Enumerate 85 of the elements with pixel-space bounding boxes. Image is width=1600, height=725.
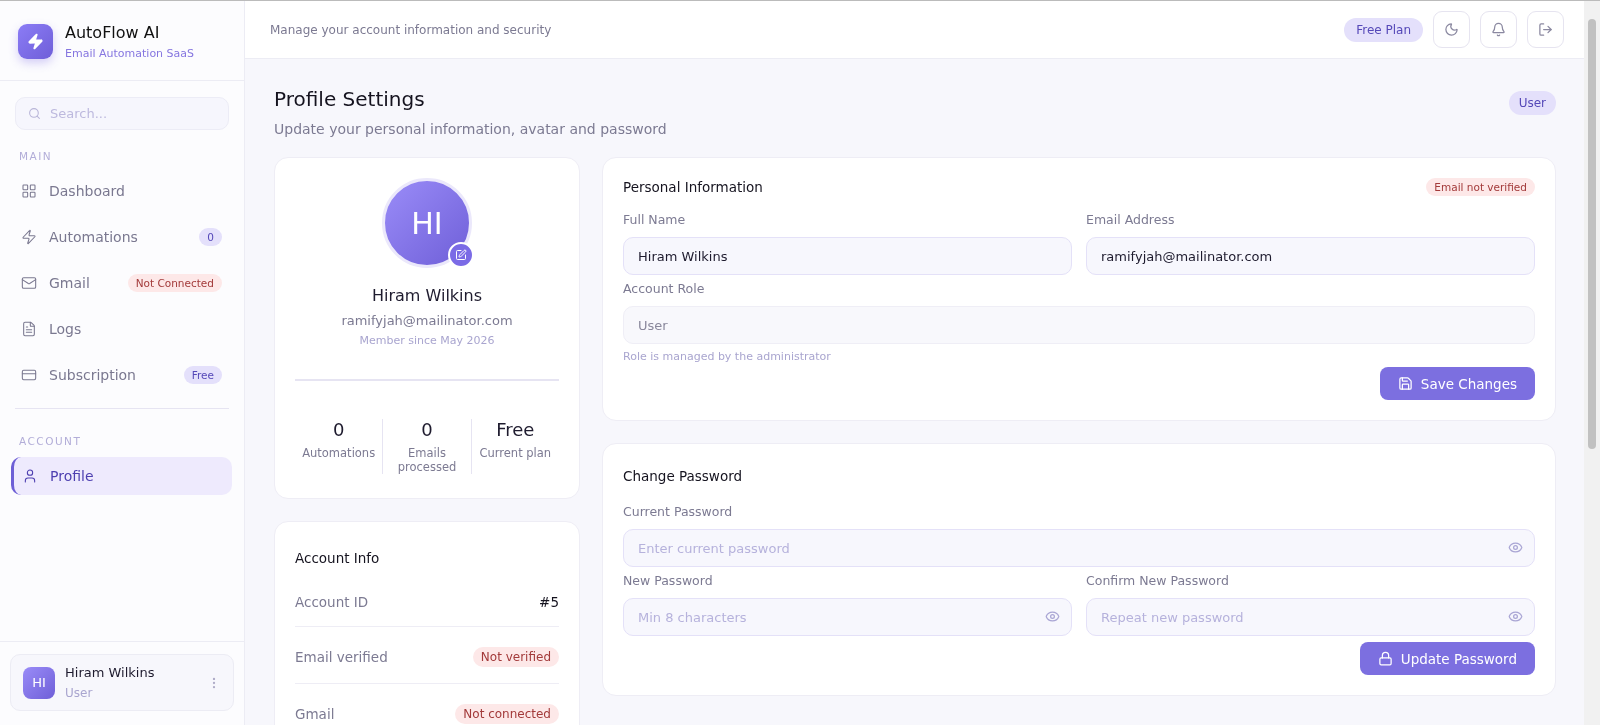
field-label: Email Address	[1086, 212, 1176, 227]
nav-label: Subscription	[49, 367, 137, 383]
nav-label: Profile	[50, 468, 95, 484]
eye-icon[interactable]	[1508, 609, 1523, 624]
nav-item[interactable]: Logs	[11, 310, 232, 348]
edit-icon	[455, 249, 467, 261]
stat-label: Emails processed	[396, 446, 458, 474]
user-role: User	[65, 686, 94, 700]
document-icon	[21, 321, 37, 337]
nav-item[interactable]: Dashboard	[11, 172, 232, 210]
status-badge: Email not verified	[1426, 178, 1535, 196]
field-label: Account Role	[623, 281, 706, 296]
edit-avatar-button[interactable]	[448, 242, 474, 268]
top-bar-subtitle: Manage your account information and security	[270, 22, 553, 37]
plan-badge: Free Plan	[1344, 17, 1423, 42]
status-badge: Not connected	[455, 704, 559, 724]
nav-item[interactable]: Subscription Free	[11, 356, 232, 394]
scrollbar[interactable]	[1584, 1, 1600, 725]
user-avatar: HI	[23, 666, 55, 699]
save-button[interactable]: Save Changes	[1379, 367, 1535, 400]
user-icon	[22, 468, 38, 484]
section-title: MAIN	[18, 149, 54, 164]
lightning-icon	[21, 229, 37, 245]
info-value: #5	[539, 594, 559, 610]
theme-button[interactable]	[1433, 11, 1470, 48]
stat-value: 0	[421, 419, 433, 440]
logo-icon	[18, 24, 53, 59]
logout-icon	[1538, 22, 1553, 37]
nav-item[interactable]: Profile	[11, 457, 232, 495]
stat-value: 0	[332, 419, 345, 440]
envelope-icon	[21, 275, 37, 291]
eye-icon[interactable]	[1045, 609, 1060, 624]
input-field[interactable]: Hiram Wilkins	[623, 237, 1072, 275]
moon-icon	[1444, 22, 1459, 37]
nav-label: Logs	[49, 321, 83, 337]
nav-badge: 0	[199, 228, 222, 246]
card-title: Account Info	[295, 550, 381, 566]
grid-icon	[21, 183, 37, 199]
lock-icon	[1377, 651, 1393, 666]
stat-label: Current plan	[479, 446, 552, 460]
password-field[interactable]: Enter current password	[623, 529, 1535, 567]
card-title: Personal Information	[623, 179, 763, 195]
user-card[interactable]: HI Hiram Wilkins User	[10, 654, 234, 711]
field-label: Current Password	[623, 504, 734, 519]
page-title: Profile Settings	[274, 87, 426, 111]
password-field[interactable]: Repeat new password	[1086, 598, 1535, 636]
profile-avatar: HI	[382, 178, 472, 268]
input-field[interactable]: ramifyjah@mailinator.com	[1086, 237, 1535, 275]
field-label: Confirm New Password	[1086, 573, 1230, 588]
profile-email: ramifyjah@mailinator.com	[341, 313, 513, 328]
search-field[interactable]: Search...	[15, 97, 229, 130]
profile-name: Hiram Wilkins	[371, 286, 483, 305]
nav-item[interactable]: Automations 0	[11, 218, 232, 256]
logout-button[interactable]	[1527, 11, 1564, 48]
search-icon	[28, 107, 41, 120]
page-subtitle: Update your personal information, avatar and password	[274, 121, 667, 137]
eye-icon[interactable]	[1508, 540, 1523, 555]
section-title: ACCOUNT	[18, 434, 83, 449]
brand-name: AutoFlow AI	[65, 23, 161, 42]
field-label: Full Name	[623, 212, 687, 227]
save-icon	[1397, 376, 1413, 391]
info-label: Gmail	[295, 706, 335, 722]
nav-badge: Not Connected	[127, 274, 222, 292]
nav-label: Dashboard	[49, 183, 126, 199]
info-label: Email verified	[295, 649, 388, 665]
member-since: Member since May 2026	[359, 334, 495, 347]
user-name: Hiram Wilkins	[65, 665, 156, 680]
password-field[interactable]: Min 8 characters	[623, 598, 1072, 636]
nav-label: Gmail	[49, 275, 91, 291]
notifications-button[interactable]	[1480, 11, 1517, 48]
role-badge: User	[1508, 91, 1556, 115]
brand-tagline: Email Automation SaaS	[65, 47, 195, 60]
status-badge: Not verified	[472, 647, 559, 667]
stat-label: Automations	[302, 446, 376, 460]
nav-label: Automations	[49, 229, 139, 245]
card-title: Change Password	[623, 468, 743, 484]
stat-value: Free	[496, 419, 535, 440]
credit-card-icon	[21, 367, 37, 383]
nav-item[interactable]: Gmail Not Connected	[11, 264, 232, 302]
info-label: Account ID	[295, 594, 369, 610]
bell-icon	[1491, 22, 1506, 37]
field-hint: Role is managed by the administrator	[623, 350, 832, 363]
nav-badge: Free	[183, 366, 222, 384]
field-label: New Password	[623, 573, 714, 588]
update-password-button[interactable]: Update Password	[1359, 642, 1535, 675]
